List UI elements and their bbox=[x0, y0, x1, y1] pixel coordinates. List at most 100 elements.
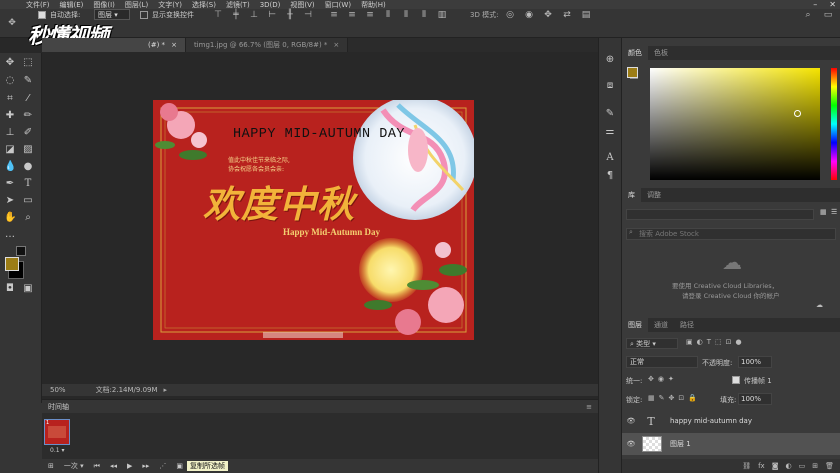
menu-3d[interactable]: 3D(D) bbox=[260, 1, 281, 9]
history-brush-icon[interactable]: ✐ bbox=[22, 127, 34, 139]
align-bottom-icon[interactable]: ⊥ bbox=[248, 9, 260, 21]
workspace-icon[interactable]: ▭ bbox=[822, 9, 834, 21]
tab-libraries[interactable]: 库 bbox=[622, 188, 641, 202]
pen-tool-icon[interactable]: ✒ bbox=[4, 178, 16, 190]
move-tool-icon[interactable]: ✥ bbox=[4, 57, 16, 69]
filter-smart-icon[interactable]: ⊡ bbox=[726, 338, 732, 346]
screen-mode-icon[interactable]: ▣ bbox=[22, 283, 34, 295]
distribute-left-icon[interactable]: ⫴ bbox=[382, 9, 394, 21]
timeline-menu-icon[interactable]: ≡ bbox=[586, 403, 592, 411]
tab-document-1[interactable]: (#) * × bbox=[42, 38, 186, 52]
3d-roll-icon[interactable]: ◉ bbox=[523, 9, 535, 21]
distribute-top-icon[interactable]: ≡ bbox=[328, 9, 340, 21]
distribute-vcenter-icon[interactable]: ≡ bbox=[346, 9, 358, 21]
play-icon[interactable]: ▶ bbox=[127, 462, 132, 470]
tab-layers[interactable]: 图层 bbox=[622, 318, 648, 332]
lock-image-icon[interactable]: ✎ bbox=[659, 394, 665, 402]
path-select-tool-icon[interactable]: ➤ bbox=[4, 195, 16, 207]
dodge-tool-icon[interactable]: ● bbox=[22, 161, 34, 173]
foreground-swatch-large[interactable] bbox=[5, 257, 19, 271]
filter-type-icon[interactable]: T bbox=[707, 338, 711, 346]
frame-delay[interactable]: 0.1 ▾ bbox=[50, 447, 64, 454]
brush-tool-icon[interactable]: ✏ bbox=[22, 110, 34, 122]
layer-row-pixel[interactable]: 👁 图层 1 bbox=[622, 433, 840, 455]
auto-select-target-select[interactable]: 图层 ▾ bbox=[94, 9, 130, 20]
paragraph-panel-icon[interactable]: ¶ bbox=[604, 170, 616, 182]
eyedropper-tool-icon[interactable]: ⁄ bbox=[22, 93, 34, 105]
close-window-icon[interactable]: ✕ bbox=[829, 0, 836, 9]
close-tab-icon[interactable]: × bbox=[333, 41, 339, 49]
tab-paths[interactable]: 路径 bbox=[674, 318, 700, 332]
quick-select-tool-icon[interactable]: ✎ bbox=[22, 75, 34, 87]
filter-toggle-icon[interactable]: ● bbox=[736, 338, 742, 346]
auto-select-checkbox[interactable] bbox=[38, 11, 46, 19]
lock-all-icon[interactable]: 🔒 bbox=[688, 394, 697, 402]
hand-tool-icon[interactable]: ✋ bbox=[4, 212, 16, 224]
tab-swatches[interactable]: 色板 bbox=[648, 46, 674, 60]
library-select[interactable] bbox=[626, 209, 814, 220]
panel-foreground-swatch[interactable] bbox=[627, 67, 638, 78]
auto-align-icon[interactable]: ▥ bbox=[436, 9, 448, 21]
distribute-right-icon[interactable]: ⫴ bbox=[418, 9, 430, 21]
propagate-frame-checkbox[interactable] bbox=[732, 376, 740, 384]
first-frame-icon[interactable]: ⏮ bbox=[94, 462, 100, 471]
lock-transparent-icon[interactable]: ▦ bbox=[648, 394, 655, 402]
color-picker-field[interactable] bbox=[650, 68, 820, 180]
list-view-icon[interactable]: ☰ bbox=[831, 208, 837, 216]
opacity-input[interactable]: 100% bbox=[738, 356, 772, 368]
tab-channels[interactable]: 通道 bbox=[648, 318, 674, 332]
cc-message-line-2[interactable]: 请登录 Creative Cloud 你的帐户 bbox=[682, 290, 780, 300]
unify-visibility-icon[interactable]: ◉ bbox=[658, 375, 664, 383]
unify-position-icon[interactable]: ✥ bbox=[648, 375, 654, 383]
move-tool-preset-icon[interactable]: ✥ bbox=[6, 17, 18, 29]
actions-panel-icon[interactable]: ⧈ bbox=[604, 80, 616, 92]
history-panel-icon[interactable]: ⊕ bbox=[604, 54, 616, 66]
lock-position-icon[interactable]: ✥ bbox=[669, 394, 675, 402]
blur-tool-icon[interactable]: 💧 bbox=[4, 161, 16, 173]
3d-scale-icon[interactable]: ▤ bbox=[580, 9, 592, 21]
type-tool-icon[interactable]: T bbox=[22, 178, 34, 190]
convert-timeline-icon[interactable]: ⊞ bbox=[48, 462, 54, 470]
lasso-tool-icon[interactable]: ◌ bbox=[4, 75, 16, 87]
layer-name[interactable]: 图层 1 bbox=[670, 439, 691, 449]
show-transform-checkbox[interactable] bbox=[140, 11, 148, 19]
align-top-icon[interactable]: ⊤ bbox=[212, 9, 224, 21]
shape-tool-icon[interactable]: ▭ bbox=[22, 195, 34, 207]
crop-tool-icon[interactable]: ⌗ bbox=[4, 93, 16, 105]
loop-select[interactable]: 一次 ▾ bbox=[64, 461, 84, 471]
character-panel-icon[interactable]: A bbox=[604, 152, 616, 164]
background-color-swatch[interactable] bbox=[16, 246, 26, 256]
align-hcenter-icon[interactable]: ╫ bbox=[284, 9, 296, 21]
add-mask-icon[interactable]: ◙ bbox=[772, 462, 779, 470]
properties-panel-icon[interactable]: ⚌ bbox=[604, 126, 616, 138]
layer-kind-filter[interactable]: ⌕ 类型 ▾ bbox=[626, 338, 678, 349]
distribute-hcenter-icon[interactable]: ⫴ bbox=[400, 9, 412, 21]
new-layer-icon[interactable]: ⊞ bbox=[812, 462, 818, 470]
timeline-frame-1[interactable]: 1 bbox=[44, 419, 70, 445]
filter-pixel-icon[interactable]: ▣ bbox=[686, 338, 693, 346]
status-arrow-icon[interactable]: ▸ bbox=[164, 386, 168, 394]
visibility-eye-icon[interactable]: 👁 bbox=[622, 440, 640, 448]
document-canvas[interactable]: HAPPY MID-AUTUMN DAY 值此中秋佳节来临之际, 协会祝愿各会员… bbox=[153, 100, 474, 340]
link-layers-icon[interactable]: ⛓ bbox=[742, 462, 751, 470]
layer-name[interactable]: happy mid-autumn day bbox=[670, 417, 752, 425]
delete-layer-icon[interactable]: 🗑 bbox=[825, 462, 834, 470]
next-frame-icon[interactable]: ▸▸ bbox=[142, 462, 149, 470]
zoom-level[interactable]: 50% bbox=[50, 386, 66, 394]
marquee-tool-icon[interactable]: ⬚ bbox=[22, 57, 34, 69]
filter-shape-icon[interactable]: ⬚ bbox=[715, 338, 722, 346]
visibility-eye-icon[interactable]: 👁 bbox=[622, 417, 640, 425]
blend-mode-select[interactable]: 正常 bbox=[626, 356, 698, 368]
new-group-icon[interactable]: ▭ bbox=[799, 462, 806, 470]
tab-adjustments[interactable]: 调整 bbox=[641, 188, 667, 202]
3d-pan-icon[interactable]: ✥ bbox=[542, 9, 554, 21]
color-picker-cursor[interactable] bbox=[794, 110, 801, 117]
align-vcenter-icon[interactable]: ╪ bbox=[230, 9, 242, 21]
filter-adjust-icon[interactable]: ◐ bbox=[697, 338, 703, 346]
hue-slider[interactable] bbox=[831, 68, 837, 180]
grid-view-icon[interactable]: ▦ bbox=[820, 208, 827, 216]
tab-document-2[interactable]: timg1.jpg @ 66.7% (图层 0, RGB/8#) * × bbox=[185, 38, 349, 52]
adjustment-layer-icon[interactable]: ◐ bbox=[786, 462, 792, 470]
quick-mask-icon[interactable]: ◘ bbox=[4, 283, 16, 295]
minimize-icon[interactable]: – bbox=[813, 0, 817, 9]
